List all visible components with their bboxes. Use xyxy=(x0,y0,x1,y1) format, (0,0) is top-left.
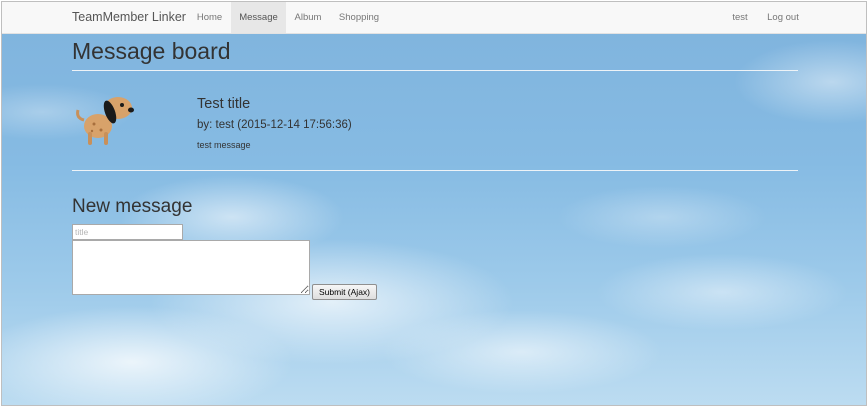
nav-user-link[interactable]: test xyxy=(722,2,758,33)
top-navbar: TeamMember Linker Home Message Album Sho… xyxy=(2,2,866,34)
brand-link[interactable]: TeamMember Linker xyxy=(72,2,186,33)
message-body: test message xyxy=(197,140,251,150)
message-divider xyxy=(72,170,798,171)
dog-icon xyxy=(76,97,134,145)
message-title: Test title xyxy=(197,96,251,112)
nav-item-shopping[interactable]: Shopping xyxy=(330,2,388,33)
nav-item-album[interactable]: Album xyxy=(286,2,330,33)
submit-ajax-button[interactable]: Submit (Ajax) xyxy=(312,284,377,300)
nav-item-home[interactable]: Home xyxy=(188,2,231,33)
message-textarea[interactable] xyxy=(72,240,310,295)
nav-logout-link[interactable]: Log out xyxy=(758,2,808,33)
page-frame: TeamMember Linker Home Message Album Sho… xyxy=(1,1,867,406)
title-divider xyxy=(72,70,798,71)
title-input[interactable] xyxy=(72,224,183,240)
page-title: Message board xyxy=(72,38,231,64)
new-message-heading: New message xyxy=(72,196,193,217)
message-byline: by: test (2015-12-14 17:56:36) xyxy=(197,119,352,131)
nav-item-message[interactable]: Message xyxy=(231,2,286,33)
